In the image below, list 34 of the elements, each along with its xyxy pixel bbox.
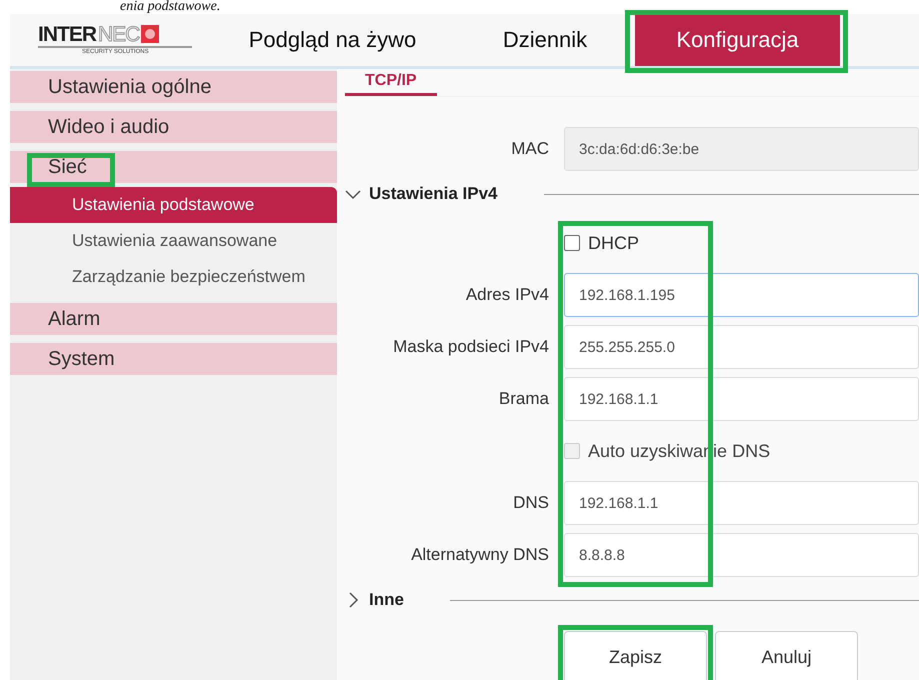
sidebar-item[interactable]: Ustawienia ogólne bbox=[10, 71, 337, 103]
sidebar-item[interactable]: System bbox=[10, 343, 337, 375]
sidebar-item[interactable]: Alarm bbox=[10, 303, 337, 335]
save-button[interactable]: Zapisz bbox=[564, 631, 707, 680]
field-label: Maska podsieci IPv4 bbox=[392, 337, 549, 357]
nav-tab[interactable]: Podgląd na żywo bbox=[210, 14, 465, 66]
sidebar-subitem[interactable]: Ustawienia zaawansowane bbox=[10, 223, 337, 259]
sidebar-item[interactable]: Sieć bbox=[10, 151, 337, 183]
input-field[interactable]: 192.168.1.195 bbox=[564, 273, 919, 317]
mac-field[interactable]: 3c:da:6d:d6:3e:be bbox=[564, 127, 919, 171]
field-label: Adres IPv4 bbox=[464, 285, 549, 305]
sidebar-item[interactable]: Wideo i audio bbox=[10, 111, 337, 143]
field-label: DNS bbox=[512, 493, 549, 513]
sidebar-subitem[interactable]: Zarządzanie bezpieczeństwem bbox=[10, 259, 337, 295]
field-label: MAC bbox=[510, 139, 549, 159]
caption-fragment: enia podstawowe. bbox=[119, 0, 222, 14]
sidebar-subitem[interactable]: Ustawienia podstawowe bbox=[10, 187, 337, 223]
nav-tab[interactable]: Dziennik bbox=[465, 14, 625, 66]
section-title[interactable]: Ustawienia IPv4 bbox=[369, 184, 498, 204]
section-title[interactable]: Inne bbox=[369, 590, 404, 610]
logo-text: NEC bbox=[98, 24, 140, 44]
logo-text: INTER bbox=[38, 24, 96, 44]
nav-tab[interactable]: Konfiguracja bbox=[635, 14, 840, 66]
field-label: Alternatywny DNS bbox=[410, 545, 549, 565]
input-field[interactable]: 8.8.8.8 bbox=[564, 533, 919, 577]
field-label: Brama bbox=[498, 389, 549, 409]
cancel-button[interactable]: Anuluj bbox=[715, 631, 858, 680]
checkbox-label: DHCP bbox=[588, 232, 640, 254]
input-field[interactable]: 192.168.1.1 bbox=[564, 481, 919, 525]
logo-icon bbox=[141, 25, 160, 43]
checkbox[interactable] bbox=[564, 235, 580, 251]
input-field[interactable]: 192.168.1.1 bbox=[564, 377, 919, 421]
input-field[interactable]: 255.255.255.0 bbox=[564, 325, 919, 369]
content-tab[interactable]: TCP/IP bbox=[345, 69, 437, 96]
